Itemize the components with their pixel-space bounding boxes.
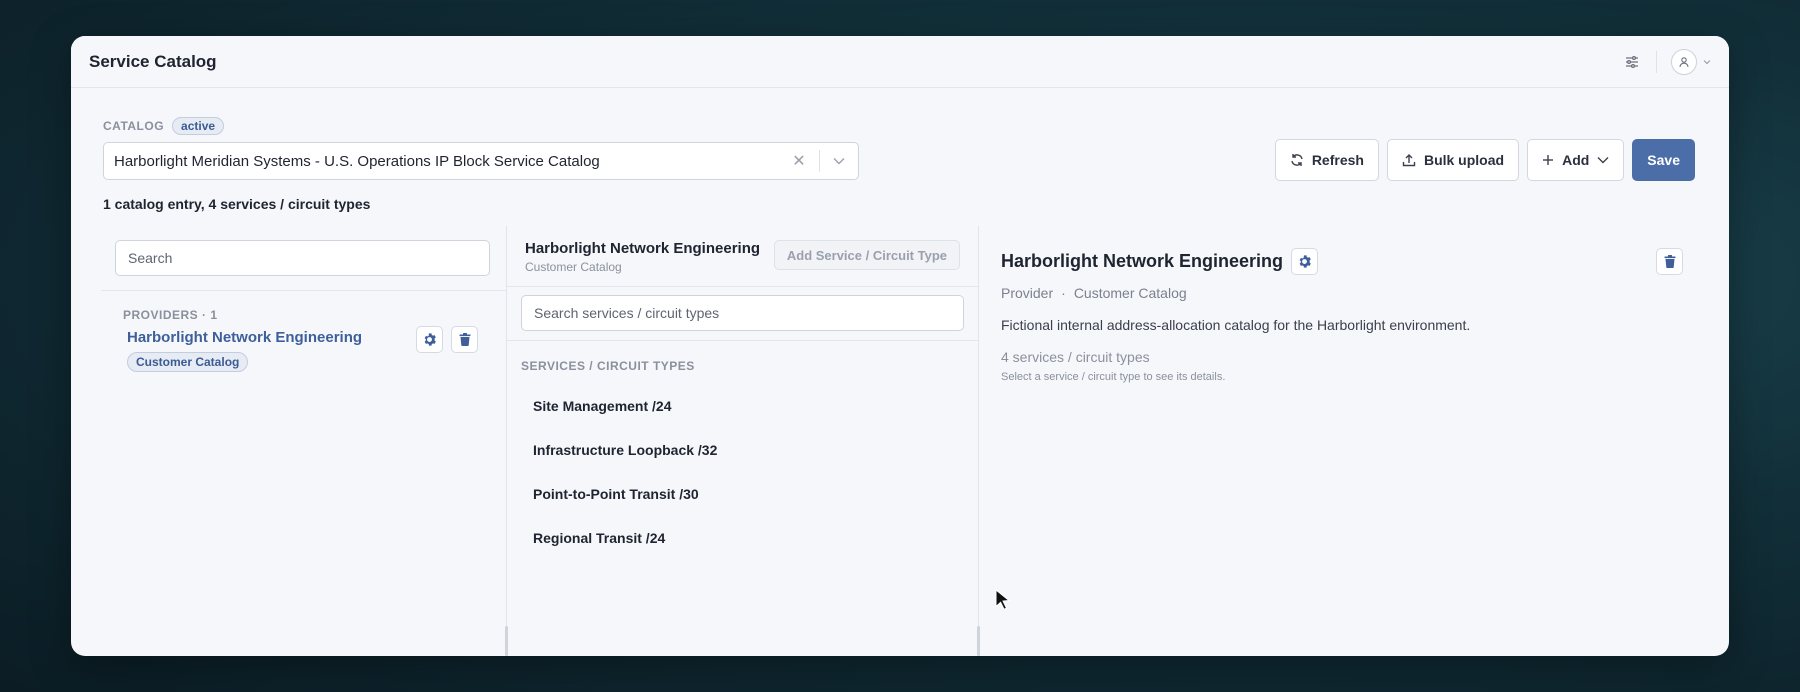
app-window: Service Catalog CATALOG active Harborlig… (71, 36, 1729, 656)
list-item[interactable]: Site Management /24 (533, 384, 717, 428)
provider-tag: Customer Catalog (127, 352, 249, 372)
title-bar: Service Catalog (71, 36, 1729, 88)
upload-icon (1402, 154, 1416, 167)
detail-description: Fictional internal address-allocation ca… (1001, 317, 1471, 333)
services-section-label: SERVICES / CIRCUIT TYPES (521, 359, 695, 373)
chevron-down-icon[interactable] (830, 157, 848, 165)
plus-icon (1543, 155, 1554, 165)
provider-delete-button[interactable] (451, 326, 478, 353)
user-menu[interactable] (1671, 48, 1711, 75)
services-provider-name: Harborlight Network Engineering (525, 240, 761, 257)
bulk-upload-button[interactable]: Bulk upload (1386, 139, 1520, 181)
page-title: Service Catalog (89, 51, 217, 71)
trash-icon (1664, 255, 1675, 268)
clear-icon[interactable]: ✕ (789, 151, 809, 171)
detail-content: Harborlight Network Engineering Provider… (1001, 248, 1683, 383)
trash-icon (459, 333, 470, 346)
status-badge: active (172, 117, 225, 135)
mouse-cursor-icon (995, 589, 1011, 610)
chevron-down-icon (1597, 157, 1609, 164)
detail-meta-catalog: Customer Catalog (1073, 285, 1187, 301)
provider-item[interactable]: Harborlight Network Engineering Customer… (127, 329, 362, 372)
detail-meta: Provider · Customer Catalog (1001, 285, 1683, 301)
list-item[interactable]: Point-to-Point Transit /30 (533, 472, 717, 516)
add-service-button[interactable]: Add Service / Circuit Type (773, 240, 960, 270)
service-list: Site Management /24 Infrastructure Loopb… (533, 384, 717, 560)
services-panel: Harborlight Network Engineering Customer… (507, 226, 980, 656)
services-panel-header: Harborlight Network Engineering Customer… (525, 240, 760, 274)
add-button[interactable]: Add (1527, 139, 1625, 181)
chevron-down-icon[interactable] (1703, 59, 1711, 65)
provider-name-link[interactable]: Harborlight Network Engineering (127, 329, 362, 346)
detail-meta-separator: · (1061, 285, 1066, 301)
detail-hint: Select a service / circuit type to see i… (1001, 371, 1226, 383)
provider-search-input[interactable] (115, 240, 490, 276)
refresh-button[interactable]: Refresh (1274, 139, 1379, 181)
divider (507, 340, 978, 341)
panels: PROVIDERS · 1 Harborlight Network Engine… (71, 226, 1729, 656)
detail-title: Harborlight Network Engineering (1001, 251, 1284, 271)
detail-panel: Harborlight Network Engineering Provider… (979, 226, 1729, 656)
sliders-icon[interactable] (1622, 52, 1642, 72)
providers-section-label: PROVIDERS · 1 (123, 308, 218, 322)
divider (101, 290, 506, 291)
titlebar-divider (1656, 50, 1657, 73)
catalog-summary: 1 catalog entry, 4 services / circuit ty… (103, 196, 371, 212)
detail-title-row: Harborlight Network Engineering (1001, 248, 1683, 275)
services-provider-sub: Customer Catalog (525, 260, 622, 274)
refresh-label: Refresh (1311, 152, 1364, 168)
save-button[interactable]: Save (1632, 139, 1695, 181)
avatar[interactable] (1671, 48, 1697, 75)
list-item[interactable]: Infrastructure Loopback /32 (533, 428, 717, 472)
user-icon (1679, 56, 1689, 67)
catalog-selector-area: CATALOG active Harborlight Meridian Syst… (103, 116, 859, 212)
detail-meta-type: Provider (1001, 285, 1054, 301)
detail-service-count: 4 services / circuit types (1001, 349, 1150, 365)
toolbar: Refresh Bulk upload Add Save (1274, 139, 1695, 181)
providers-panel: PROVIDERS · 1 Harborlight Network Engine… (71, 226, 508, 656)
detail-delete-button[interactable] (1656, 248, 1683, 275)
catalog-label-row: CATALOG active (103, 116, 859, 136)
service-search-input[interactable] (521, 295, 964, 331)
divider (507, 286, 978, 287)
detail-settings-button[interactable] (1291, 248, 1319, 275)
select-divider (819, 150, 820, 172)
add-label: Add (1562, 152, 1590, 168)
titlebar-actions (1622, 48, 1711, 75)
gear-icon (1299, 255, 1311, 268)
list-item[interactable]: Regional Transit /24 (533, 516, 717, 560)
catalog-label: CATALOG (103, 119, 165, 133)
catalog-select-value: Harborlight Meridian Systems - U.S. Oper… (114, 152, 600, 170)
provider-settings-button[interactable] (416, 326, 443, 353)
provider-actions (416, 326, 478, 353)
refresh-icon (1291, 154, 1303, 166)
bulk-upload-label: Bulk upload (1423, 152, 1505, 168)
catalog-select[interactable]: Harborlight Meridian Systems - U.S. Oper… (103, 142, 859, 180)
gear-icon (424, 333, 436, 346)
